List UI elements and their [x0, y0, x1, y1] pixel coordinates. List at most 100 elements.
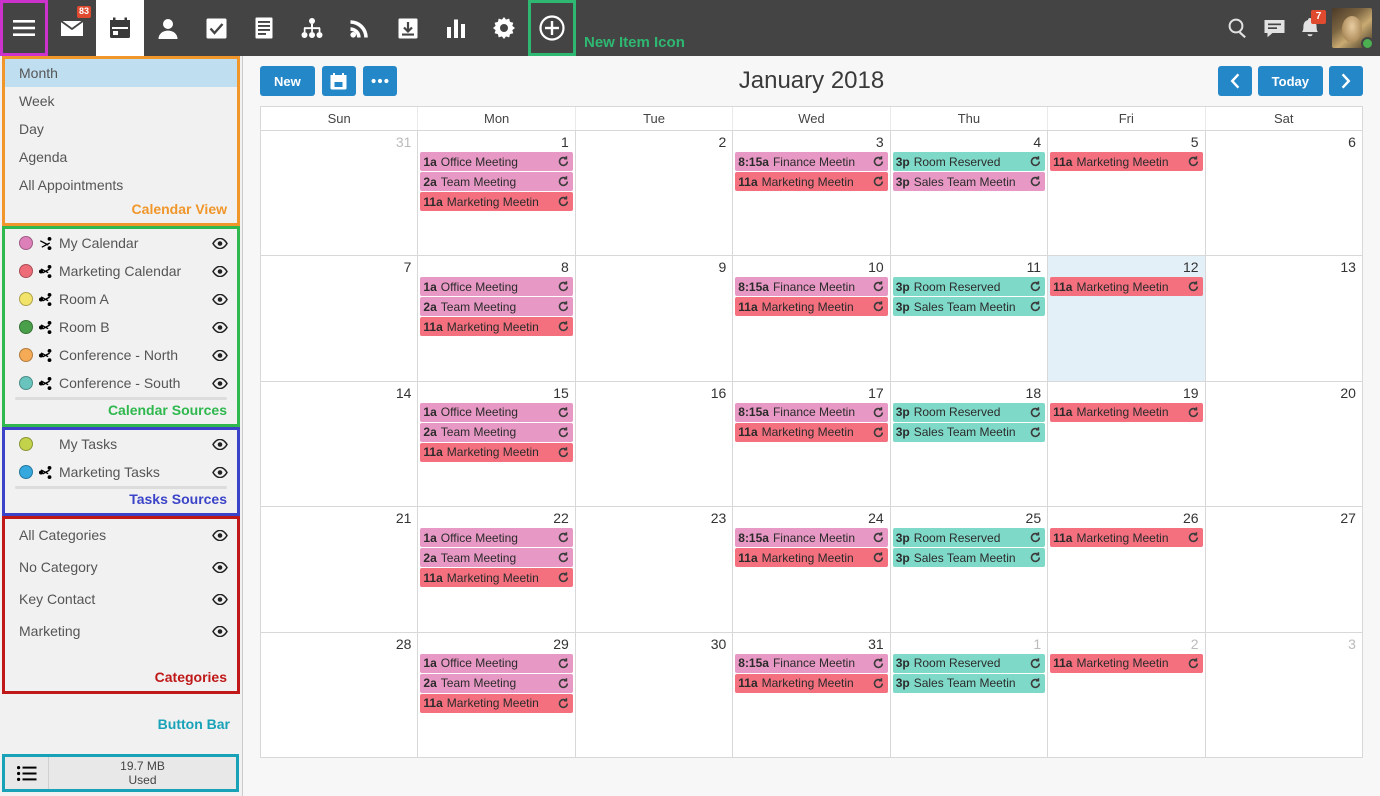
day-cell[interactable]: 23 [576, 507, 734, 632]
calendar-event[interactable]: 11a Marketing Meetin [420, 317, 573, 337]
calendar-event[interactable]: 3p Sales Team Meetin [892, 422, 1046, 442]
visibility-eye-icon[interactable] [211, 561, 229, 573]
calendar-event[interactable]: 2a Team Meeting [420, 548, 573, 568]
reports-icon[interactable] [432, 0, 480, 56]
calendar-event[interactable]: 11a Marketing Meetin [420, 442, 573, 462]
mail-icon[interactable]: 83 [48, 0, 96, 56]
sidebar-item-room-a[interactable]: Room A [5, 285, 237, 313]
calendar-event[interactable]: 11a Marketing Meetin [735, 673, 888, 693]
sidebar-item-marketing-calendar[interactable]: Marketing Calendar [5, 257, 237, 285]
day-cell[interactable]: 8 1a Office Meeting 2a Team Meeting 11a Market… [418, 256, 576, 381]
sidebar-item-my-calendar[interactable]: My Calendar [5, 229, 237, 257]
calendar-event[interactable]: 8:15a Finance Meetin [735, 277, 888, 297]
calendar-event[interactable]: 2a Team Meeting [420, 673, 573, 693]
day-cell[interactable]: 22 1a Office Meeting 2a Team Meeting 11a Marke… [418, 507, 576, 632]
calendar-event[interactable]: 11a Marketing Meetin [735, 297, 888, 317]
sidebar-item-room-b[interactable]: Room B [5, 313, 237, 341]
day-cell[interactable]: 4 3p Room Reserved 3p Sales Team Meetin [891, 131, 1049, 256]
sidebar-item-key-contact[interactable]: Key Contact [5, 583, 237, 615]
day-cell[interactable]: 24 8:15a Finance Meetin 11a Marketing Meetin [733, 507, 891, 632]
day-cell[interactable]: 6 [1206, 131, 1362, 255]
visibility-eye-icon[interactable] [211, 466, 229, 478]
day-cell[interactable]: 17 8:15a Finance Meetin 11a Marketing Meetin [733, 381, 891, 507]
calendar-event[interactable]: 11a Marketing Meetin [1050, 528, 1203, 548]
sidebar-item-day[interactable]: Day [5, 115, 237, 143]
chat-icon[interactable] [1256, 0, 1292, 56]
sidebar-item-no-category[interactable]: No Category [5, 551, 237, 583]
feeds-icon[interactable] [336, 0, 384, 56]
calendar-icon[interactable] [96, 0, 144, 56]
new-button[interactable]: New [260, 66, 315, 96]
day-cell[interactable]: 3 8:15a Finance Meetin 11a Marketing Meetin [733, 131, 891, 256]
calendar-event[interactable]: 3p Sales Team Meetin [892, 297, 1046, 317]
calendar-event[interactable]: 11a Marketing Meetin [735, 172, 888, 191]
sidebar-item-month[interactable]: Month [5, 59, 237, 87]
calendar-event[interactable]: 1a Office Meeting [420, 277, 573, 297]
calendar-event[interactable]: 1a Office Meeting [420, 402, 573, 422]
calendar-event[interactable]: 2a Team Meeting [420, 422, 573, 442]
org-chart-icon[interactable] [288, 0, 336, 56]
tasks-icon[interactable] [192, 0, 240, 56]
visibility-eye-icon[interactable] [211, 593, 229, 605]
sidebar-item-marketing-tasks[interactable]: Marketing Tasks [5, 458, 237, 486]
calendar-event[interactable]: 8:15a Finance Meetin [735, 402, 888, 422]
visibility-eye-icon[interactable] [211, 377, 229, 389]
visibility-eye-icon[interactable] [211, 529, 229, 541]
settings-icon[interactable] [480, 0, 528, 56]
day-cell[interactable]: 7 [261, 256, 419, 381]
next-month-button[interactable] [1329, 66, 1363, 96]
day-cell[interactable]: 10 8:15a Finance Meetin 11a Marketing Meetin [733, 256, 891, 381]
day-cell[interactable]: 1 1a Office Meeting 2a Team Meeting 11a Market… [418, 131, 576, 256]
visibility-eye-icon[interactable] [211, 349, 229, 361]
sidebar-item-marketing[interactable]: Marketing [5, 615, 237, 647]
contacts-icon[interactable] [144, 0, 192, 56]
calendar-event[interactable]: 1a Office Meeting [420, 528, 573, 548]
visibility-eye-icon[interactable] [211, 625, 229, 637]
calendar-event[interactable]: 8:15a Finance Meetin [735, 653, 888, 673]
calendar-event[interactable]: 11a Marketing Meetin [420, 192, 573, 211]
calendar-event[interactable]: 3p Room Reserved [892, 653, 1046, 673]
sidebar-item-conference-south[interactable]: Conference - South [5, 369, 237, 397]
visibility-eye-icon[interactable] [211, 265, 229, 277]
calendar-event[interactable]: 11a Marketing Meetin [420, 693, 573, 713]
calendar-picker-icon[interactable] [321, 66, 356, 96]
day-cell[interactable]: 25 3p Room Reserved 3p Sales Team Meetin [891, 507, 1049, 632]
day-cell[interactable]: 20 [1206, 382, 1362, 506]
visibility-eye-icon[interactable] [211, 293, 229, 305]
sidebar-item-conference-north[interactable]: Conference - North [5, 341, 237, 369]
today-button[interactable]: Today [1257, 66, 1323, 96]
calendar-event[interactable]: 1a Office Meeting [420, 653, 573, 673]
day-cell[interactable]: 27 [1206, 507, 1362, 631]
calendar-event[interactable]: 11a Marketing Meetin [1050, 152, 1203, 171]
day-cell[interactable]: 30 [576, 632, 734, 758]
day-cell[interactable]: 21 [261, 507, 419, 632]
visibility-eye-icon[interactable] [211, 237, 229, 249]
day-cell[interactable]: 2 11a Marketing Meetin [1048, 632, 1206, 758]
calendar-event[interactable]: 2a Team Meeting [420, 297, 573, 317]
day-cell[interactable]: 3 [1206, 633, 1362, 757]
menu-icon[interactable] [0, 0, 48, 56]
notes-icon[interactable] [240, 0, 288, 56]
day-cell[interactable]: 18 3p Room Reserved 3p Sales Team Meetin [891, 381, 1049, 507]
day-cell[interactable]: 9 [576, 256, 734, 381]
calendar-event[interactable]: 3p Sales Team Meetin [892, 172, 1046, 191]
calendar-event[interactable]: 11a Marketing Meetin [1050, 402, 1203, 422]
calendar-event[interactable]: 3p Sales Team Meetin [892, 673, 1046, 693]
bell-icon[interactable]: 7 [1292, 0, 1328, 56]
day-cell[interactable]: 19 11a Marketing Meetin [1048, 381, 1206, 507]
prev-month-button[interactable] [1217, 66, 1252, 96]
calendar-event[interactable]: 3p Room Reserved [892, 402, 1046, 422]
day-cell[interactable]: 2 [576, 131, 734, 256]
day-cell[interactable]: 14 [261, 381, 419, 507]
list-icon[interactable] [5, 757, 49, 789]
sidebar-item-week[interactable]: Week [5, 87, 237, 115]
sidebar-item-agenda[interactable]: Agenda [5, 143, 237, 171]
day-cell[interactable]: 5 11a Marketing Meetin [1048, 131, 1206, 256]
calendar-event[interactable]: 11a Marketing Meetin [420, 568, 573, 588]
new-item-icon[interactable] [528, 0, 576, 56]
sidebar-item-my-tasks[interactable]: My Tasks [5, 430, 237, 458]
day-cell[interactable]: 31 [261, 131, 419, 256]
calendar-event[interactable]: 1a Office Meeting [420, 152, 573, 171]
calendar-event[interactable]: 3p Sales Team Meetin [892, 548, 1046, 568]
day-cell[interactable]: 11 3p Room Reserved 3p Sales Team Meetin [891, 256, 1049, 381]
